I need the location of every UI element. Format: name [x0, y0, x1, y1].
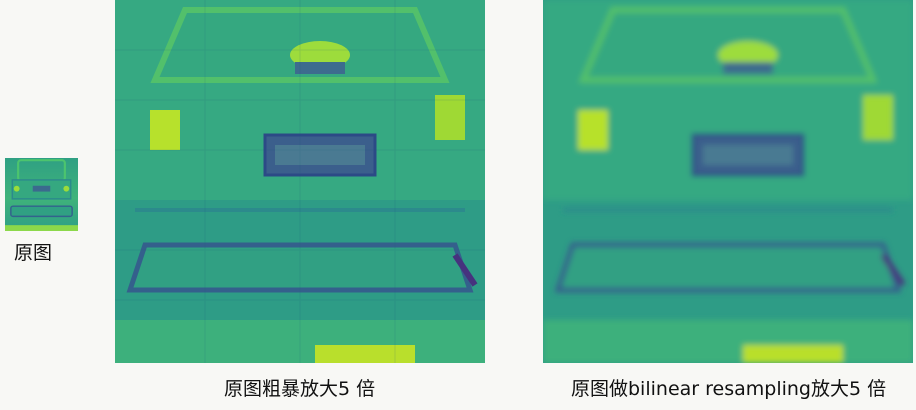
car-feature-map-nearest: [115, 0, 485, 363]
original-image: [5, 158, 78, 231]
car-feature-map-small: [5, 158, 78, 231]
car-feature-map-bilinear: [543, 0, 913, 363]
bilinear-upscaled-image: [543, 0, 913, 363]
caption-bilinear: 原图做bilinear resampling放大5 倍: [571, 378, 887, 400]
caption-original: 原图: [14, 242, 53, 264]
nearest-upscaled-image: [115, 0, 485, 363]
caption-nearest: 原图粗暴放大5 倍: [224, 378, 376, 400]
